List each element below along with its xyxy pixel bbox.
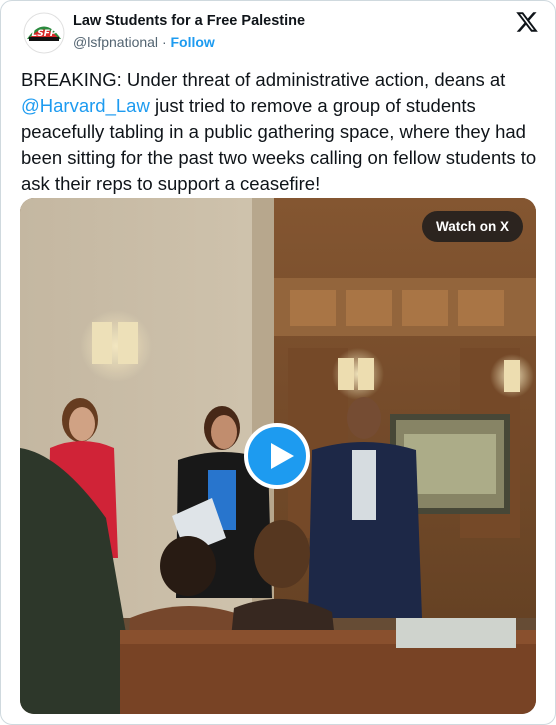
tweet-text-before: BREAKING: Under threat of administrative… [21, 69, 506, 90]
author-handle[interactable]: @lsfpnational [73, 34, 158, 50]
tweet-header: LSFP Law Students for a Free Palestine @… [19, 10, 541, 54]
avatar[interactable]: LSFP [23, 12, 65, 54]
mention-link[interactable]: @Harvard_Law [21, 95, 150, 116]
play-button[interactable] [244, 423, 310, 489]
author-meta: @lsfpnational · Follow [73, 33, 305, 51]
video-player[interactable]: Watch on X [20, 198, 536, 714]
follow-button[interactable]: Follow [171, 34, 215, 50]
tweet-text: BREAKING: Under threat of administrative… [21, 67, 541, 197]
meta-separator: · [161, 34, 167, 50]
watch-on-x-button[interactable]: Watch on X [422, 211, 523, 242]
author-block: Law Students for a Free Palestine @lsfpn… [73, 12, 305, 51]
x-logo-icon[interactable] [515, 10, 539, 34]
avatar-text: LSFP [32, 29, 57, 39]
play-icon [271, 443, 294, 469]
author-display-name[interactable]: Law Students for a Free Palestine [73, 12, 305, 30]
tweet-embed-card: LSFP Law Students for a Free Palestine @… [0, 0, 556, 725]
